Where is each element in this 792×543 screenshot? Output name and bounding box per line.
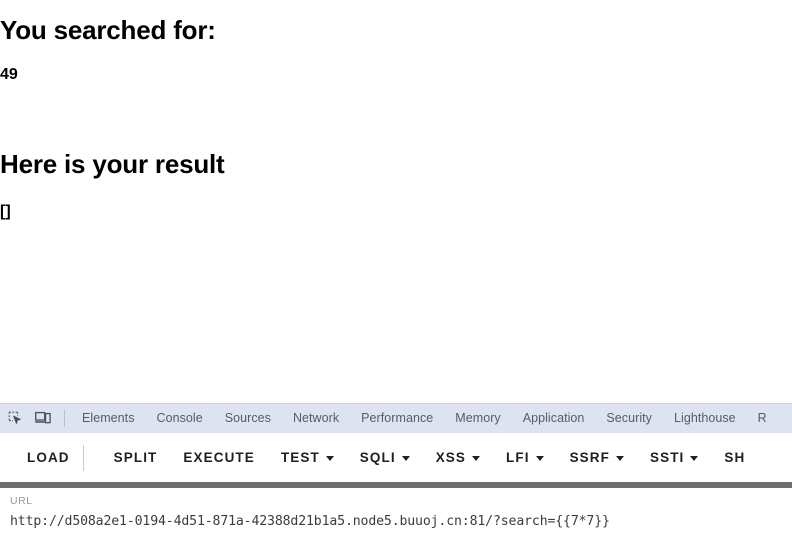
device-toolbar-icon <box>35 411 51 426</box>
chevron-down-icon <box>472 456 481 461</box>
sqli-button[interactable]: SQLI <box>347 441 423 475</box>
devtools-tab-bar: Elements Console Sources Network Perform… <box>0 404 792 433</box>
load-button[interactable]: LOAD <box>14 441 83 475</box>
result-heading: Here is your result <box>0 149 225 179</box>
tab-sources[interactable]: Sources <box>214 404 282 433</box>
tab-lighthouse[interactable]: Lighthouse <box>663 404 747 433</box>
chevron-down-icon <box>615 456 624 461</box>
ssrf-button-label: SSRF <box>569 449 610 465</box>
ssrf-button[interactable]: SSRF <box>557 441 637 475</box>
chevron-down-icon <box>690 456 699 461</box>
tab-security[interactable]: Security <box>595 404 663 433</box>
tab-application[interactable]: Application <box>512 404 596 433</box>
chevron-down-icon <box>401 456 410 461</box>
tab-performance[interactable]: Performance <box>350 404 444 433</box>
inspect-element-icon <box>8 411 23 426</box>
xss-button-label: XSS <box>435 449 467 465</box>
lfi-button-label: LFI <box>506 449 530 465</box>
test-button[interactable]: TEST <box>268 441 347 475</box>
result-value: [] <box>0 203 11 220</box>
xss-button[interactable]: XSS <box>423 441 493 475</box>
tab-console[interactable]: Console <box>146 404 214 433</box>
tab-elements[interactable]: Elements <box>71 404 146 433</box>
url-label: URL <box>10 495 33 507</box>
sqli-button-label: SQLI <box>359 449 396 465</box>
inspect-element-button[interactable] <box>2 406 28 431</box>
searched-for-heading: You searched for: <box>0 15 216 45</box>
lfi-button[interactable]: LFI <box>493 441 557 475</box>
devtools-panel: Elements Console Sources Network Perform… <box>0 403 792 543</box>
device-toolbar-button[interactable] <box>30 406 56 431</box>
load-dropdown-button[interactable] <box>82 441 101 475</box>
split-button[interactable]: SPLIT <box>101 441 171 475</box>
chevron-down-icon <box>325 456 334 461</box>
load-divider <box>82 444 84 471</box>
extension-action-bar: LOAD SPLIT EXECUTE TEST SQLI XSS LFI SSR… <box>0 433 792 482</box>
execute-button[interactable]: EXECUTE <box>170 441 267 475</box>
url-value[interactable]: http://d508a2e1-0194-4d51-871a-42388d21b… <box>10 514 782 529</box>
tab-network[interactable]: Network <box>282 404 350 433</box>
ssti-button-label: SSTI <box>649 449 685 465</box>
ssti-button[interactable]: SSTI <box>637 441 711 475</box>
web-page-content: You searched for: 49 Here is your result… <box>0 0 792 403</box>
toolbar-divider <box>64 410 65 427</box>
tab-recorder[interactable]: R <box>747 404 778 433</box>
chevron-down-icon <box>535 456 544 461</box>
tab-memory[interactable]: Memory <box>444 404 511 433</box>
test-button-label: TEST <box>280 449 320 465</box>
url-panel: URL http://d508a2e1-0194-4d51-871a-42388… <box>0 488 792 543</box>
search-term-value: 49 <box>0 66 18 83</box>
shell-button[interactable]: SH <box>711 441 758 475</box>
